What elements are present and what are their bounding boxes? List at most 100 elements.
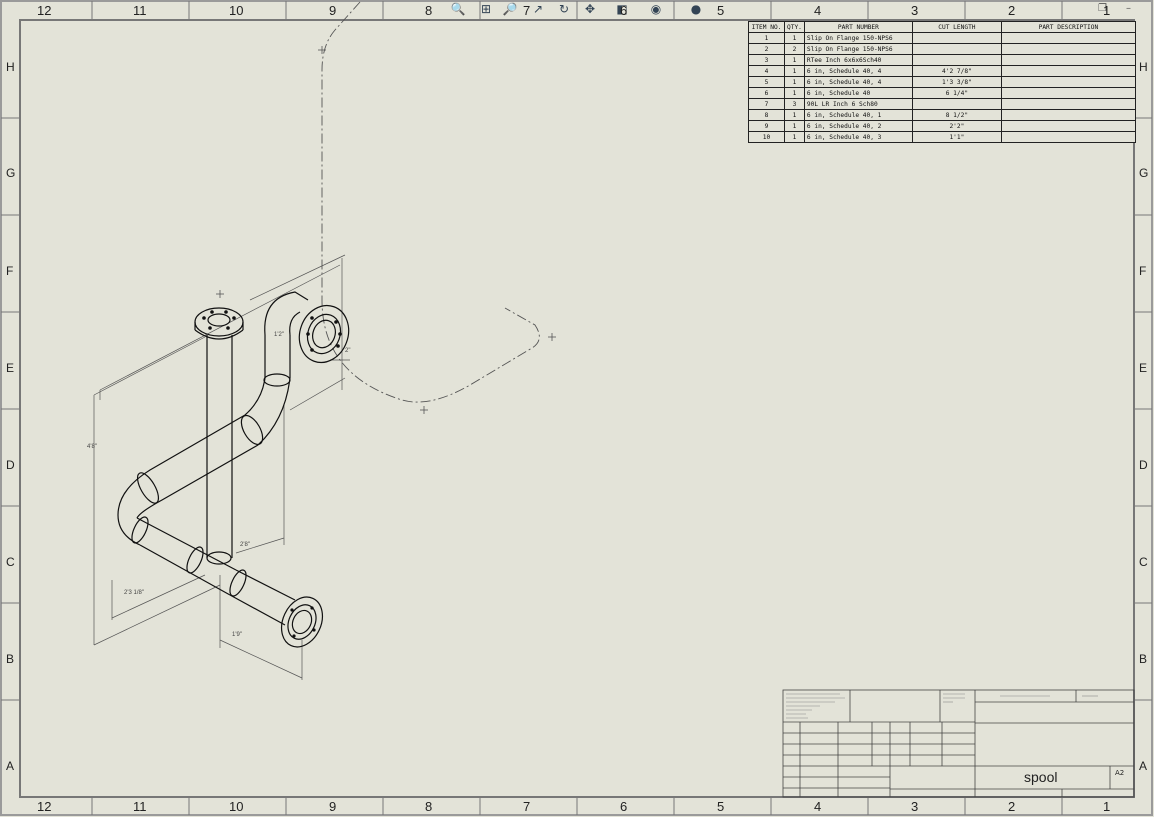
zone-row-a-left: A: [6, 759, 15, 773]
zoom-in-out-icon[interactable]: 🔎: [500, 0, 520, 18]
zone-col-11-bottom: 11: [133, 799, 147, 814]
zone-col-11-top: 11: [133, 3, 147, 18]
bom-cell-desc: [1000, 65, 1136, 77]
zone-col-7-bottom: 7: [523, 799, 531, 814]
bom-cell-qty: 1: [784, 87, 805, 99]
zone-col-3-bottom: 3: [911, 799, 919, 814]
bom-row[interactable]: 516 in, Schedule 40, 4 1'3 3/8": [748, 76, 1136, 88]
bom-cell-item: 8: [748, 109, 785, 121]
zone-row-b-right: B: [1139, 652, 1148, 666]
bom-cell-desc: [1000, 109, 1136, 121]
bom-cell-desc: [1000, 98, 1136, 110]
center-marks: [216, 46, 556, 414]
bom-cell-part: Slip On Flange 150-NPS6: [803, 43, 913, 55]
bom-cell-cut: [911, 43, 1002, 55]
bom-row[interactable]: 1 1 Slip On Flange 150-NPS6: [748, 32, 1136, 44]
bom-cell-qty: 1: [784, 32, 805, 44]
zone-row-c-right: C: [1139, 555, 1148, 569]
zone-col-2-top: 2: [1008, 3, 1016, 18]
bom-cell-desc: [1000, 43, 1136, 55]
bom-cell-cut: [911, 32, 1002, 44]
dim-flange-offset: 2": [345, 348, 351, 354]
bom-cell-cut: 6 1/4": [911, 87, 1002, 99]
bom-cell-part: 6 in, Schedule 40, 1: [803, 109, 913, 121]
zone-row-a-right: A: [1139, 759, 1148, 773]
bom-cell-qty: 3: [784, 98, 805, 110]
pan-icon[interactable]: ✥: [580, 0, 600, 18]
bom-row[interactable]: 416 in, Schedule 40, 4 4'2 7/8": [748, 65, 1136, 77]
bom-header-item: ITEM NO.: [748, 21, 785, 33]
bom-cell-item: 5: [748, 76, 785, 88]
zone-col-8-top: 8: [425, 3, 433, 18]
zone-row-d-right: D: [1139, 458, 1148, 472]
bom-cell-desc: [1000, 120, 1136, 132]
zone-col-5-top: 5: [717, 3, 725, 18]
zone-col-4-top: 4: [814, 3, 822, 18]
bom-cell-desc: [1000, 87, 1136, 99]
zone-row-c-left: C: [6, 555, 15, 569]
bom-row[interactable]: 10 1 6 in, Schedule 40, 3 1'1": [748, 131, 1136, 143]
select-icon[interactable]: ↗: [528, 0, 548, 18]
bom-cell-desc: [1000, 32, 1136, 44]
zone-row-d-left: D: [6, 458, 15, 472]
bom-cell-item: 3: [748, 54, 785, 66]
bom-row[interactable]: 616 in, Schedule 40 6 1/4": [748, 87, 1136, 99]
bom-row[interactable]: 2 2 Slip On Flange 150-NPS6: [748, 43, 1136, 55]
drawing-sheet[interactable]: 🔍 ⊞ 🔎 ↗ ↻ ✥ ◧ ◉ ● ❐ – 12 11 10 9 8 7 6 5…: [0, 0, 1154, 817]
centerline-route: [321, 1, 540, 403]
bom-row[interactable]: 816 in, Schedule 40, 18 1/2": [748, 109, 1136, 121]
bom-cell-item: 2: [748, 43, 785, 55]
bom-cell-item: 9: [748, 120, 785, 132]
view-orientation-icon[interactable]: ◉: [646, 0, 666, 18]
bom-cell-item: 7: [748, 98, 785, 110]
zone-row-h-left: H: [6, 60, 15, 74]
bom-row[interactable]: 7 3 90L LR Inch 6 Sch80: [748, 98, 1136, 110]
zone-row-e-left: E: [6, 361, 15, 375]
zone-col-7-top: 7: [523, 3, 531, 18]
bom-cell-item: 1: [748, 32, 785, 44]
bom-cell-part: 6 in, Schedule 40, 4: [803, 76, 913, 88]
bom-header-row: ITEM NO. QTY. PART NUMBER CUT LENGTH PAR…: [748, 21, 1136, 33]
bom-cell-part: 6 in, Schedule 40: [803, 87, 913, 99]
zone-col-10-top: 10: [229, 3, 244, 18]
drawing-title: spool: [1024, 769, 1058, 785]
pipe-geometry: [117, 291, 350, 648]
zone-col-5-bottom: 5: [717, 799, 725, 814]
zone-col-4-bottom: 4: [814, 799, 822, 814]
zone-row-h-right: H: [1139, 60, 1148, 74]
dim-bottom-run: 1'9": [232, 632, 242, 638]
dim-lower-run: 2'3 1/8": [124, 590, 144, 596]
bom-cell-cut: 4'2 7/8": [911, 65, 1002, 77]
dim-overall-height: 4'8": [87, 444, 97, 450]
bom-header-part-number: PART NUMBER: [803, 21, 913, 33]
bom-header-cut-length: CUT LENGTH: [911, 21, 1002, 33]
title-block-fine-text: [786, 693, 1098, 719]
zone-row-b-left: B: [6, 652, 15, 666]
window-minimize-icon[interactable]: –: [1126, 3, 1131, 14]
bom-cell-cut: 8 1/2": [911, 109, 1002, 121]
bom-table[interactable]: ITEM NO. QTY. PART NUMBER CUT LENGTH PAR…: [748, 21, 1136, 143]
bom-cell-desc: [1000, 76, 1136, 88]
bom-cell-qty: 1: [784, 65, 805, 77]
bom-cell-part: 90L LR Inch 6 Sch80: [803, 98, 913, 110]
bom-cell-item: 10: [748, 131, 785, 143]
dim-riser-offset: 2'8": [240, 542, 250, 548]
zone-row-f-left: F: [6, 264, 14, 278]
bom-cell-desc: [1000, 54, 1136, 66]
bom-row[interactable]: 3 1 RTee Inch 6x6x6Sch40: [748, 54, 1136, 66]
zoom-area-icon[interactable]: ⊞: [476, 0, 496, 18]
appearance-icon[interactable]: ●: [686, 0, 706, 18]
bom-cell-part: 6 in, Schedule 40, 4: [803, 65, 913, 77]
rotate-icon[interactable]: ↻: [554, 0, 574, 18]
zoom-to-fit-icon[interactable]: 🔍: [448, 0, 468, 18]
bom-cell-cut: 2'2": [911, 120, 1002, 132]
bom-row[interactable]: 916 in, Schedule 40, 2 2'2": [748, 120, 1136, 132]
bom-cell-qty: 2: [784, 43, 805, 55]
bom-header-qty: QTY.: [784, 21, 805, 33]
bom-cell-qty: 1: [784, 76, 805, 88]
zone-row-e-right: E: [1139, 361, 1148, 375]
zone-row-g-left: G: [6, 166, 16, 180]
zone-col-9-bottom: 9: [329, 799, 337, 814]
bom-cell-cut: [911, 54, 1002, 66]
zone-col-9-top: 9: [329, 3, 337, 18]
